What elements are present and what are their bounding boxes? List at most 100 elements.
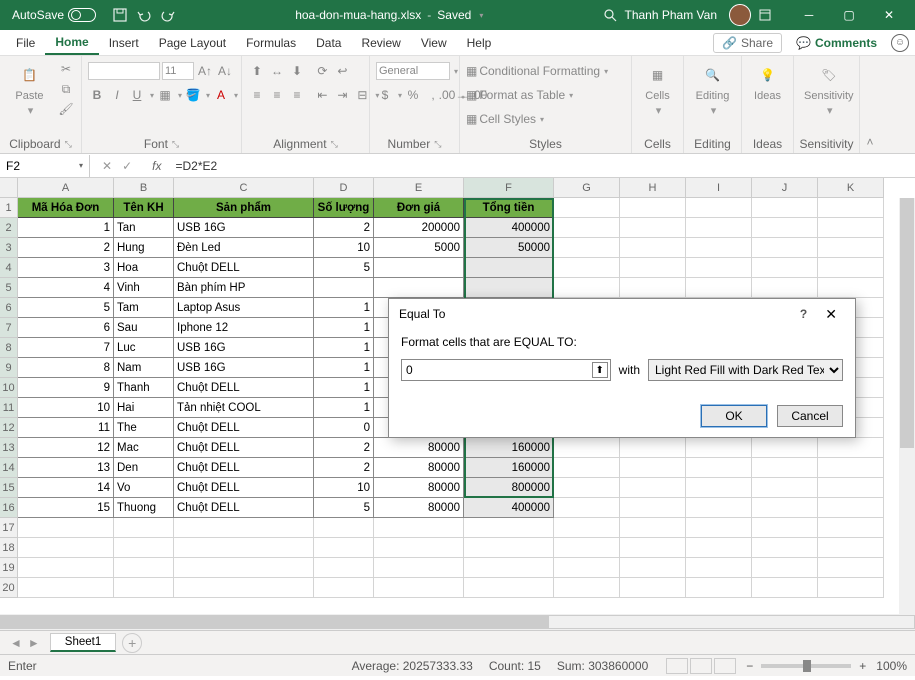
cell[interactable]: The <box>114 418 174 438</box>
cell[interactable]: Nam <box>114 358 174 378</box>
cell[interactable]: 2 <box>314 438 374 458</box>
row-header[interactable]: 11 <box>0 398 18 418</box>
cell[interactable] <box>554 198 620 218</box>
zoom-in-button[interactable]: + <box>859 659 866 673</box>
cell[interactable]: Chuột DELL <box>174 498 314 518</box>
cell[interactable] <box>686 238 752 258</box>
row-header[interactable]: 1 <box>0 198 18 218</box>
cell[interactable]: 6 <box>18 318 114 338</box>
cell[interactable] <box>818 538 884 558</box>
cell[interactable]: Chuột DELL <box>174 458 314 478</box>
cell[interactable] <box>620 218 686 238</box>
table-header[interactable]: Số lượng <box>314 198 374 218</box>
emoji-button[interactable]: ☺ <box>891 34 909 52</box>
cell[interactable] <box>554 558 620 578</box>
menu-page-layout[interactable]: Page Layout <box>149 32 236 54</box>
cell[interactable] <box>752 558 818 578</box>
cell[interactable]: 200000 <box>374 218 464 238</box>
row-header[interactable]: 7 <box>0 318 18 338</box>
row-header[interactable]: 13 <box>0 438 18 458</box>
cell[interactable] <box>686 278 752 298</box>
row-header[interactable]: 14 <box>0 458 18 478</box>
align-left-icon[interactable]: ≡ <box>248 86 266 104</box>
ideas-button[interactable]: 💡Ideas <box>748 60 787 104</box>
cell[interactable]: 7 <box>18 338 114 358</box>
cell[interactable] <box>752 238 818 258</box>
col-header-E[interactable]: E <box>374 178 464 198</box>
cancel-button[interactable]: Cancel <box>777 405 843 427</box>
cell[interactable]: Chuột DELL <box>174 258 314 278</box>
align-center-icon[interactable]: ≡ <box>268 86 286 104</box>
cell[interactable] <box>18 518 114 538</box>
menu-data[interactable]: Data <box>306 32 351 54</box>
col-header-A[interactable]: A <box>18 178 114 198</box>
cell[interactable] <box>554 438 620 458</box>
underline-icon[interactable]: U <box>128 86 146 104</box>
minimize-button[interactable]: ─ <box>789 0 829 30</box>
cell[interactable] <box>620 238 686 258</box>
cell[interactable] <box>686 458 752 478</box>
cell[interactable]: 11 <box>18 418 114 438</box>
cell[interactable] <box>686 438 752 458</box>
cell[interactable]: 12 <box>18 438 114 458</box>
zoom-slider[interactable] <box>761 664 851 668</box>
format-as-table-button[interactable]: ▦ Format as Table▾ <box>466 84 573 106</box>
cell[interactable]: Chuột DELL <box>174 478 314 498</box>
menu-view[interactable]: View <box>411 32 457 54</box>
cell[interactable] <box>314 558 374 578</box>
cell[interactable]: 1 <box>18 218 114 238</box>
col-header-G[interactable]: G <box>554 178 620 198</box>
autosave-toggle[interactable]: AutoSave <box>6 8 102 22</box>
table-header[interactable]: Sản phẩm <box>174 198 314 218</box>
format-select[interactable]: Light Red Fill with Dark Red Text <box>648 359 843 381</box>
ribbon-options-icon[interactable] <box>757 7 773 23</box>
row-header[interactable]: 15 <box>0 478 18 498</box>
cell[interactable] <box>818 478 884 498</box>
formula-input[interactable]: =D2*E2 <box>169 159 915 173</box>
cell[interactable] <box>314 278 374 298</box>
percent-icon[interactable]: % <box>404 86 422 104</box>
cells-button[interactable]: ▦Cells▾ <box>638 60 677 119</box>
conditional-formatting-button[interactable]: ▦ Conditional Formatting▾ <box>466 60 608 82</box>
font-size-input[interactable] <box>162 62 194 80</box>
menu-file[interactable]: File <box>6 32 45 54</box>
accept-formula-icon[interactable]: ✓ <box>122 159 132 173</box>
launcher-icon[interactable]: ⤡ <box>331 139 338 150</box>
cell[interactable] <box>818 278 884 298</box>
dialog-close-button[interactable]: ✕ <box>817 306 845 323</box>
cell[interactable] <box>818 218 884 238</box>
page-layout-view-icon[interactable] <box>690 658 712 674</box>
cut-icon[interactable]: ✂ <box>57 60 75 78</box>
cell[interactable] <box>554 538 620 558</box>
menu-insert[interactable]: Insert <box>99 32 149 54</box>
cell[interactable] <box>174 518 314 538</box>
fx-icon[interactable]: fx <box>144 159 169 173</box>
cell[interactable] <box>314 518 374 538</box>
col-header-F[interactable]: F <box>464 178 554 198</box>
cell[interactable]: 9 <box>18 378 114 398</box>
add-sheet-button[interactable]: + <box>122 633 142 653</box>
merge-icon[interactable]: ⊟ <box>353 86 371 104</box>
cell[interactable]: 80000 <box>374 498 464 518</box>
row-header[interactable]: 2 <box>0 218 18 238</box>
currency-icon[interactable]: $ <box>376 86 394 104</box>
row-header[interactable]: 20 <box>0 578 18 598</box>
sensitivity-button[interactable]: 🏷Sensitivity▾ <box>800 60 858 119</box>
redo-icon[interactable] <box>160 7 176 23</box>
launcher-icon[interactable]: ⤡ <box>172 139 179 150</box>
cell[interactable] <box>752 578 818 598</box>
cell[interactable] <box>620 538 686 558</box>
cell[interactable]: 1 <box>314 338 374 358</box>
cell[interactable]: 1 <box>314 318 374 338</box>
align-top-icon[interactable]: ⬆ <box>248 62 266 80</box>
cell[interactable]: Laptop Asus <box>174 298 314 318</box>
cell[interactable]: Vo <box>114 478 174 498</box>
font-color-icon[interactable]: A <box>212 86 230 104</box>
orientation-icon[interactable]: ⟳ <box>313 62 331 80</box>
table-header[interactable]: Đơn giá <box>374 198 464 218</box>
cell[interactable]: 5 <box>314 498 374 518</box>
cell[interactable] <box>554 578 620 598</box>
menu-home[interactable]: Home <box>45 31 98 55</box>
cell[interactable]: Luc <box>114 338 174 358</box>
row-header[interactable]: 16 <box>0 498 18 518</box>
